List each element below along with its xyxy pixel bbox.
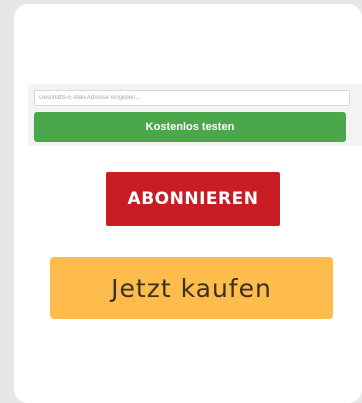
subscribe-button[interactable]: ABONNIEREN bbox=[106, 172, 280, 226]
business-email-input[interactable] bbox=[34, 90, 350, 106]
cta-card: Kostenlos testen ABONNIEREN Jetzt kaufen bbox=[14, 4, 362, 403]
signup-form: Kostenlos testen bbox=[28, 84, 362, 146]
buy-now-button[interactable]: Jetzt kaufen bbox=[50, 257, 333, 319]
free-trial-button[interactable]: Kostenlos testen bbox=[34, 112, 346, 142]
